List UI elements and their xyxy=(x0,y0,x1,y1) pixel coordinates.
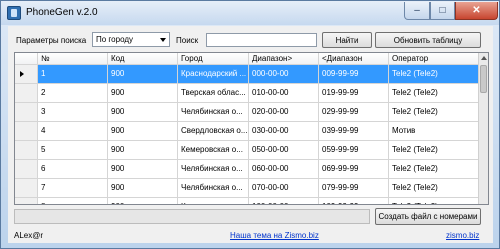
row-header[interactable] xyxy=(15,65,38,84)
column-header[interactable]: № xyxy=(38,53,108,65)
table-cell[interactable]: Челябинская о... xyxy=(178,160,249,179)
column-header[interactable]: Код xyxy=(108,53,178,65)
search-input[interactable] xyxy=(206,33,317,47)
author-label: ALex@r xyxy=(14,231,44,240)
table-cell[interactable]: 3 xyxy=(38,103,108,122)
table-cell[interactable]: Кемеровская о... xyxy=(178,198,249,204)
table-row[interactable]: 7 900 Челябинская о... 070-00-00 079-99-99 Te… xyxy=(15,179,488,198)
table-cell[interactable]: 000-00-00 xyxy=(249,65,319,84)
table-row[interactable]: 6 900 Челябинская о... 060-00-00 069-99-99 Te… xyxy=(15,160,488,179)
table-cell[interactable]: 059-99-99 xyxy=(319,141,389,160)
table-cell[interactable]: 050-00-00 xyxy=(249,141,319,160)
table-cell[interactable]: 039-99-99 xyxy=(319,122,389,141)
column-header[interactable]: <Диапазон xyxy=(319,53,389,65)
table-cell[interactable]: Мотив xyxy=(389,122,488,141)
phone-ranges-table: № Код Город Диапазон> <Диапазон Оператор… xyxy=(14,52,489,205)
column-header[interactable]: Диапазон> xyxy=(249,53,319,65)
table-cell[interactable]: Кемеровская о... xyxy=(178,141,249,160)
row-header[interactable] xyxy=(15,84,38,103)
table-cell[interactable]: Tele2 (Tele2) xyxy=(389,160,488,179)
table-cell[interactable]: Tele2 (Tele2) xyxy=(389,65,488,84)
column-header[interactable]: Оператор xyxy=(389,53,488,65)
column-header[interactable]: Город xyxy=(178,53,249,65)
table-row[interactable]: 2 900 Тверская облас... 010-00-00 019-99-99 T… xyxy=(15,84,488,103)
table-cell[interactable]: 079-99-99 xyxy=(319,179,389,198)
table-cell[interactable]: 069-99-99 xyxy=(319,160,389,179)
table-cell[interactable]: 009-99-99 xyxy=(319,65,389,84)
table-cell[interactable]: 010-00-00 xyxy=(249,84,319,103)
table-cell[interactable]: Tele2 (Tele2) xyxy=(389,198,488,204)
table-cell[interactable]: 900 xyxy=(108,141,178,160)
table-cell[interactable]: 7 xyxy=(38,179,108,198)
table-cell[interactable]: 900 xyxy=(108,122,178,141)
table-cell[interactable]: 2 xyxy=(38,84,108,103)
table-row[interactable]: 5 900 Кемеровская о... 050-00-00 059-99-99 Te… xyxy=(15,141,488,160)
phone-app-icon xyxy=(7,6,21,20)
forum-topic-link[interactable]: Наша тема на Zismo.biz xyxy=(230,231,319,240)
table-cell[interactable]: Краснодарский ... xyxy=(178,65,249,84)
minimize-button[interactable]: ‒ xyxy=(404,2,430,20)
table-cell[interactable]: 030-00-00 xyxy=(249,122,319,141)
table-row[interactable]: 1 900 Краснодарский ... 000-00-00 009-99-99 T… xyxy=(15,65,488,84)
table-cell[interactable]: Tele2 (Tele2) xyxy=(389,141,488,160)
table-cell[interactable]: Tele2 (Tele2) xyxy=(389,179,488,198)
table-body: 1 900 Краснодарский ... 000-00-00 009-99-99 T… xyxy=(15,65,488,204)
row-header[interactable] xyxy=(15,122,38,141)
vertical-scrollbar[interactable] xyxy=(478,53,488,204)
title-bar[interactable]: PhoneGen v.2.0 ‒ □ ✕ xyxy=(1,1,499,25)
table-cell[interactable]: Tele2 (Tele2) xyxy=(389,103,488,122)
table-cell[interactable]: 6 xyxy=(38,160,108,179)
table-cell[interactable]: 900 xyxy=(108,84,178,103)
table-cell[interactable]: 8 xyxy=(38,198,108,204)
search-label: Поиск xyxy=(176,36,199,45)
table-cell[interactable]: 900 xyxy=(108,160,178,179)
table-cell[interactable]: 900 xyxy=(108,103,178,122)
find-button[interactable]: Найти xyxy=(322,32,372,48)
table-cell[interactable]: 029-99-99 xyxy=(319,103,389,122)
table-cell[interactable]: 1 xyxy=(38,65,108,84)
table-cell[interactable]: Свердловская о... xyxy=(178,122,249,141)
table-cell[interactable]: Tele2 (Tele2) xyxy=(389,84,488,103)
scroll-up-icon[interactable] xyxy=(481,56,487,60)
table-cell[interactable]: 019-99-99 xyxy=(319,84,389,103)
table-row[interactable]: 4 900 Свердловская о... 030-00-00 039-99-99 М… xyxy=(15,122,488,141)
table-cell[interactable]: Челябинская о... xyxy=(178,179,249,198)
client-area: Параметры поиска По городу Поиск Найти О… xyxy=(8,26,493,243)
site-link[interactable]: zismo.biz xyxy=(446,231,479,240)
row-header-corner xyxy=(15,53,38,65)
table-cell[interactable]: 4 xyxy=(38,122,108,141)
table-header: № Код Город Диапазон> <Диапазон Оператор xyxy=(15,53,488,65)
progress-bar xyxy=(14,209,370,224)
table-cell[interactable]: Тверская облас... xyxy=(178,84,249,103)
refresh-table-button[interactable]: Обновить таблицу xyxy=(375,32,481,48)
table-cell[interactable]: 900 xyxy=(108,65,178,84)
row-header[interactable] xyxy=(15,160,38,179)
search-params-value: По городу xyxy=(96,35,134,44)
app-window: PhoneGen v.2.0 ‒ □ ✕ Параметры поиска По… xyxy=(0,0,500,249)
close-button[interactable]: ✕ xyxy=(455,2,498,20)
row-header[interactable] xyxy=(15,198,38,204)
row-header[interactable] xyxy=(15,141,38,160)
table-cell[interactable]: 5 xyxy=(38,141,108,160)
table-cell[interactable]: Челябинская о... xyxy=(178,103,249,122)
scrollbar-thumb[interactable] xyxy=(480,65,487,93)
table-row[interactable]: 8900Кемеровская о...100-00-00109-99-99Te… xyxy=(15,198,488,204)
table-cell[interactable]: 060-00-00 xyxy=(249,160,319,179)
table-cell[interactable]: 900 xyxy=(108,198,178,204)
create-file-button[interactable]: Создать файл с номерами xyxy=(375,208,481,225)
search-params-label: Параметры поиска xyxy=(16,36,87,45)
table-row[interactable]: 3 900 Челябинская о... 020-00-00 029-99-99 Te… xyxy=(15,103,488,122)
table-cell[interactable]: 070-00-00 xyxy=(249,179,319,198)
table-cell[interactable]: 020-00-00 xyxy=(249,103,319,122)
search-params-select[interactable]: По городу xyxy=(92,32,170,47)
table-cell[interactable]: 100-00-00 xyxy=(249,198,319,204)
maximize-button[interactable]: □ xyxy=(430,2,455,20)
window-title: PhoneGen v.2.0 xyxy=(26,7,98,18)
row-header[interactable] xyxy=(15,103,38,122)
row-header[interactable] xyxy=(15,179,38,198)
chevron-down-icon xyxy=(160,38,166,42)
table-cell[interactable]: 900 xyxy=(108,179,178,198)
table-cell[interactable]: 109-99-99 xyxy=(319,198,389,204)
